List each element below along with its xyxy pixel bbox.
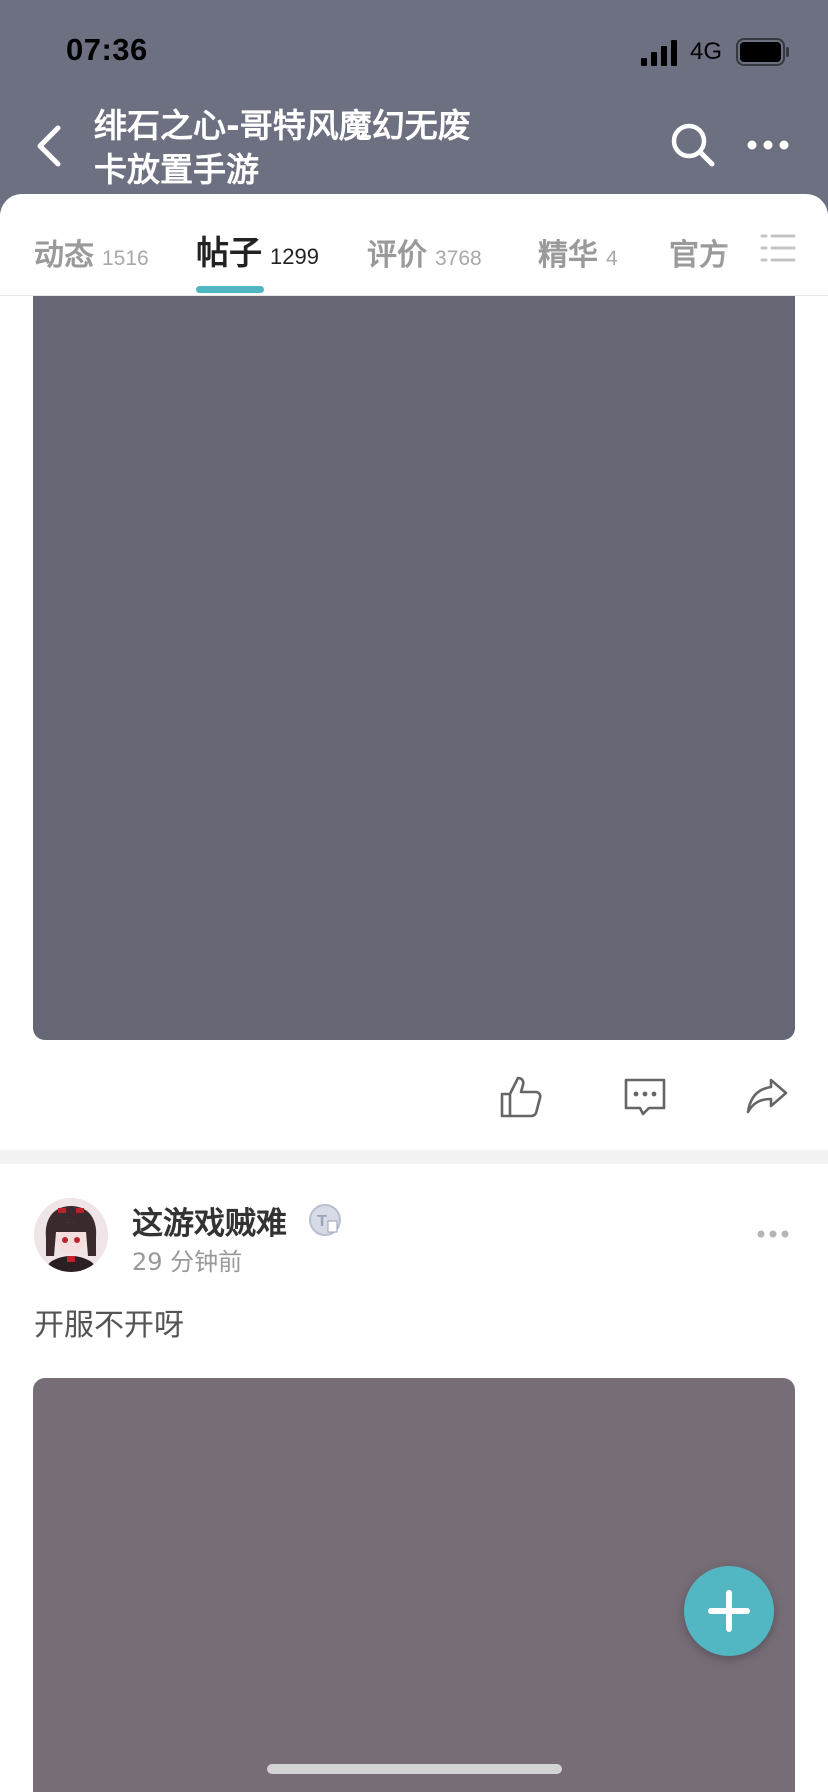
page-title-line2: 卡放置手游 <box>94 150 259 189</box>
network-type: 4G <box>690 38 723 65</box>
tab-featured[interactable]: 精华 4 <box>538 230 618 274</box>
page-title-line1: 绯石之心-哥特风魔幻无废 <box>94 106 471 145</box>
tab-label: 精华 <box>538 238 598 273</box>
post-body-text[interactable]: 开服不开呀 <box>34 1300 184 1344</box>
plus-icon <box>708 1590 750 1632</box>
post-divider <box>0 1150 828 1164</box>
tab-label: 评价 <box>367 238 427 273</box>
post-more-icon[interactable] <box>756 1226 790 1242</box>
signal-icon <box>641 40 677 66</box>
tab-label: 帖子 <box>196 233 262 272</box>
status-time: 07:36 <box>66 32 148 67</box>
avatar[interactable] <box>34 1198 108 1272</box>
tab-list-icon[interactable] <box>760 232 796 264</box>
tab-reviews[interactable]: 评价 3768 <box>367 230 482 274</box>
thumbs-up-icon[interactable] <box>498 1074 544 1120</box>
active-tab-indicator <box>196 286 264 293</box>
tab-dynamics[interactable]: 动态 1516 <box>34 230 149 274</box>
tab-count: 1516 <box>102 247 149 270</box>
user-badge-icon: T <box>309 1204 341 1236</box>
post-image[interactable] <box>33 296 795 1040</box>
tab-posts[interactable]: 帖子 1299 <box>196 226 319 274</box>
svg-text:T: T <box>317 1213 327 1230</box>
share-icon[interactable] <box>744 1074 790 1120</box>
more-icon[interactable] <box>744 130 792 160</box>
post-username[interactable]: 这游戏贼难 <box>132 1198 287 1243</box>
tab-count: 4 <box>606 247 618 270</box>
tab-count: 3768 <box>435 247 482 270</box>
home-indicator[interactable] <box>267 1764 562 1774</box>
top-header: 07:36 4G 绯石之心-哥特风魔幻无废 卡放置手游 <box>0 0 828 214</box>
create-post-button[interactable] <box>684 1566 774 1656</box>
battery-icon <box>736 38 789 66</box>
back-button[interactable] <box>30 122 70 170</box>
page-title: 绯石之心-哥特风魔幻无废 卡放置手游 <box>94 104 554 192</box>
tab-bar: 动态 1516 帖子 1299 评价 3768 精华 4 官方 <box>0 194 828 296</box>
search-icon[interactable] <box>668 120 718 170</box>
post-timestamp: 29 分钟前 <box>132 1248 243 1276</box>
tab-count: 1299 <box>270 244 319 269</box>
post-image[interactable] <box>33 1378 795 1792</box>
comment-icon[interactable] <box>622 1074 668 1120</box>
tab-label: 动态 <box>34 238 94 273</box>
avatar-image <box>34 1198 108 1272</box>
